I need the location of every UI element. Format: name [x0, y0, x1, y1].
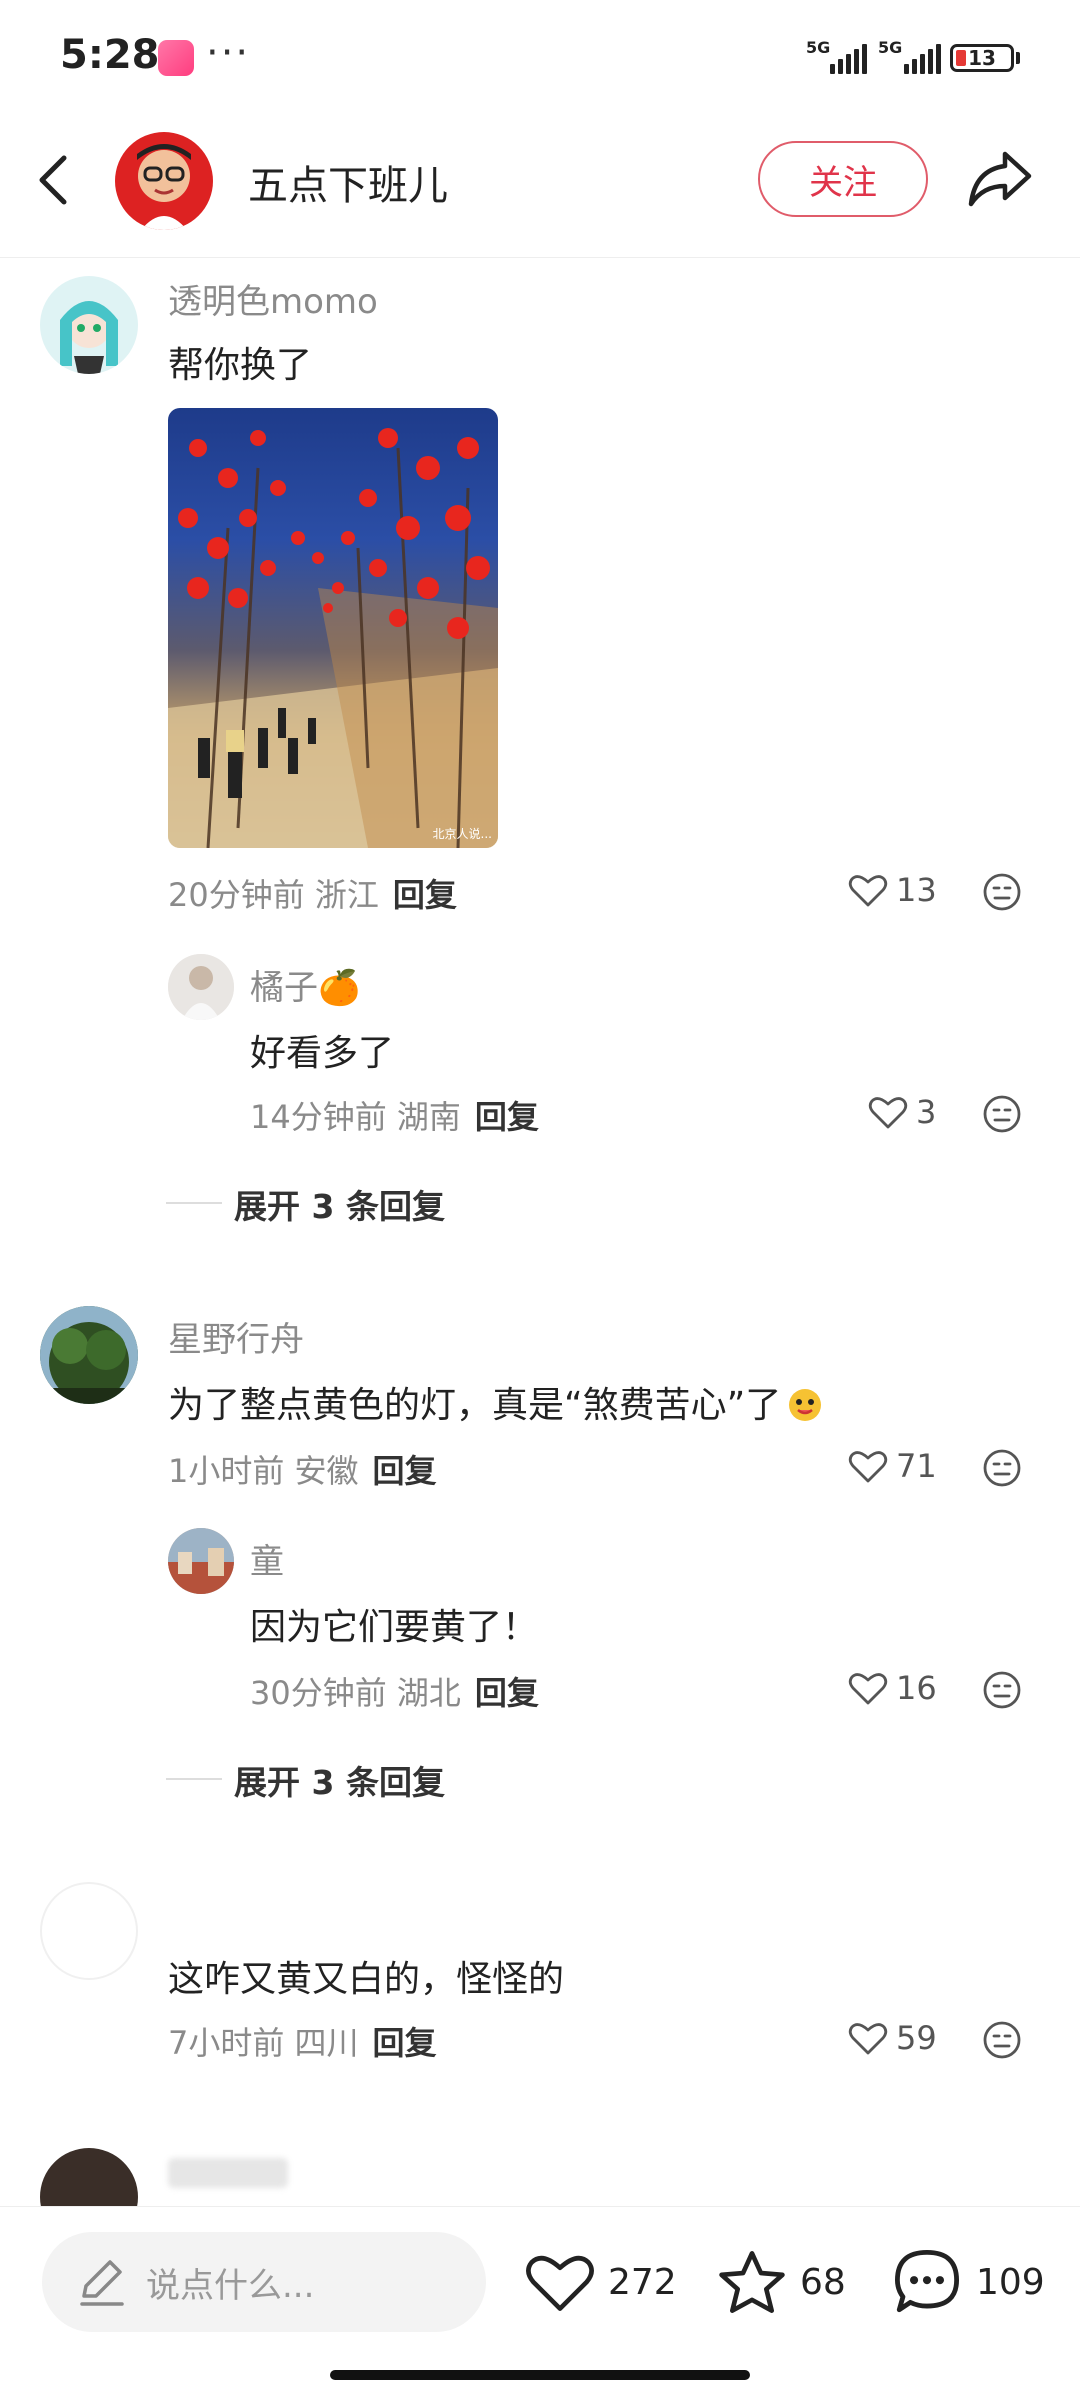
post-like-count: 272 [608, 2261, 677, 2303]
avatar[interactable] [40, 276, 138, 374]
like-count: 3 [916, 1093, 937, 1131]
heart-icon [848, 875, 888, 907]
comment-text: 帮你换了 [168, 345, 313, 386]
commenter-name[interactable]: 童 [250, 1534, 284, 1583]
comment-image[interactable]: 北京人说... [168, 408, 498, 848]
dislike-button[interactable] [982, 1670, 1022, 1710]
like-button[interactable]: 71 [848, 1446, 937, 1486]
comment-meta: 14分钟前 湖南 回复 [250, 1092, 539, 1138]
network-type-label: 5G [878, 38, 903, 57]
comment-time-location: 30分钟前 湖北 [250, 1674, 461, 1712]
reply-button[interactable]: 回复 [373, 1452, 437, 1490]
author-name[interactable]: 五点下班儿 [248, 153, 448, 211]
more-notifications-icon: ··· [206, 30, 251, 76]
heart-icon [848, 1451, 888, 1483]
like-button[interactable]: 16 [848, 1668, 937, 1708]
comments-button[interactable]: 109 [890, 2240, 1045, 2324]
comment-text: 因为它们要黄了！ [250, 1607, 539, 1648]
comment-text-body: 为了整点黄色的灯，真是“煞费苦心”了 [168, 1385, 782, 1426]
commenter-name[interactable]: 橘子🍊 [250, 960, 360, 1009]
neutral-face-icon [983, 2021, 1021, 2059]
like-count: 59 [896, 2019, 937, 2057]
like-button[interactable]: 3 [868, 1092, 936, 1132]
network-type-label: 5G [806, 38, 831, 57]
blurred-name [168, 2158, 288, 2188]
follow-button[interactable]: 关注 [758, 141, 928, 217]
bottom-divider [0, 2206, 1080, 2207]
avatar[interactable] [168, 954, 234, 1020]
comment-meta: 1小时前 安徽 回复 [168, 1446, 437, 1492]
heart-icon [868, 1097, 908, 1129]
dislike-button[interactable] [982, 2020, 1022, 2060]
avatar[interactable] [40, 1882, 138, 1980]
image-watermark: 北京人说... [432, 827, 492, 841]
comment-time-location: 14分钟前 湖南 [250, 1098, 461, 1136]
avatar[interactable] [168, 1528, 234, 1594]
heart-icon [848, 1673, 888, 1705]
emoji-sticker-icon [785, 1383, 825, 1423]
header-divider [0, 257, 1080, 258]
reply-button[interactable]: 回复 [393, 876, 457, 914]
chat-bubble-icon [894, 2249, 960, 2313]
like-button[interactable]: 59 [848, 2018, 937, 2058]
share-button[interactable] [965, 148, 1035, 210]
favorite-count: 68 [800, 2261, 846, 2303]
dislike-button[interactable] [982, 872, 1022, 912]
dislike-button[interactable] [982, 1448, 1022, 1488]
comment-text: 为了整点黄色的灯，真是“煞费苦心”了 [168, 1376, 825, 1428]
neutral-face-icon [983, 1095, 1021, 1133]
share-icon [968, 151, 1032, 207]
like-post-button[interactable]: 272 [524, 2240, 677, 2324]
expand-replies-button[interactable]: 展开 3 条回复 [234, 1756, 445, 1804]
app-notification-icon [158, 40, 194, 76]
comment-time-location: 20分钟前 浙江 [168, 876, 379, 914]
favorite-button[interactable]: 68 [716, 2240, 846, 2324]
comment-meta: 20分钟前 浙江 回复 [168, 870, 457, 916]
like-count: 13 [896, 871, 937, 909]
heart-icon [526, 2255, 594, 2311]
expand-divider [166, 1202, 222, 1204]
heart-icon [848, 2023, 888, 2055]
comment-text: 这咋又黄又白的，怪怪的 [168, 1959, 565, 2000]
neutral-face-icon [983, 873, 1021, 911]
author-avatar[interactable] [115, 132, 213, 230]
reply-button[interactable]: 回复 [373, 2024, 437, 2062]
dislike-button[interactable] [982, 1094, 1022, 1134]
signal-strength-icon: 5G [878, 38, 941, 74]
signal-strength-icon: 5G [806, 38, 867, 74]
back-button[interactable] [30, 150, 80, 210]
neutral-face-icon [983, 1449, 1021, 1487]
star-icon [719, 2251, 785, 2313]
comment-count: 109 [976, 2261, 1045, 2303]
status-time: 5:28 [60, 32, 160, 78]
pencil-icon [80, 2260, 124, 2306]
home-indicator[interactable] [330, 2370, 750, 2380]
like-count: 71 [896, 1447, 937, 1485]
expand-divider [166, 1778, 222, 1780]
comment-input[interactable]: 说点什么... [42, 2232, 486, 2332]
battery-level: 13 [968, 46, 996, 70]
like-button[interactable]: 13 [848, 870, 937, 910]
battery-icon: 13 [950, 44, 1014, 72]
comment-meta: 7小时前 四川 回复 [168, 2018, 437, 2064]
comment-meta: 30分钟前 湖北 回复 [250, 1668, 539, 1714]
comment-time-location: 7小时前 四川 [168, 2024, 359, 2062]
commenter-name[interactable]: 透明色momo [168, 274, 378, 323]
comment-text: 好看多了 [250, 1033, 395, 1074]
avatar[interactable] [40, 1306, 138, 1404]
comment-input-placeholder: 说点什么... [146, 2265, 315, 2306]
reply-button[interactable]: 回复 [475, 1674, 539, 1712]
reply-button[interactable]: 回复 [475, 1098, 539, 1136]
expand-replies-button[interactable]: 展开 3 条回复 [234, 1180, 445, 1228]
chevron-left-icon [39, 155, 67, 205]
commenter-name[interactable]: 星野行舟 [168, 1312, 304, 1361]
like-count: 16 [896, 1669, 937, 1707]
comment-time-location: 1小时前 安徽 [168, 1452, 359, 1490]
neutral-face-icon [983, 1671, 1021, 1709]
